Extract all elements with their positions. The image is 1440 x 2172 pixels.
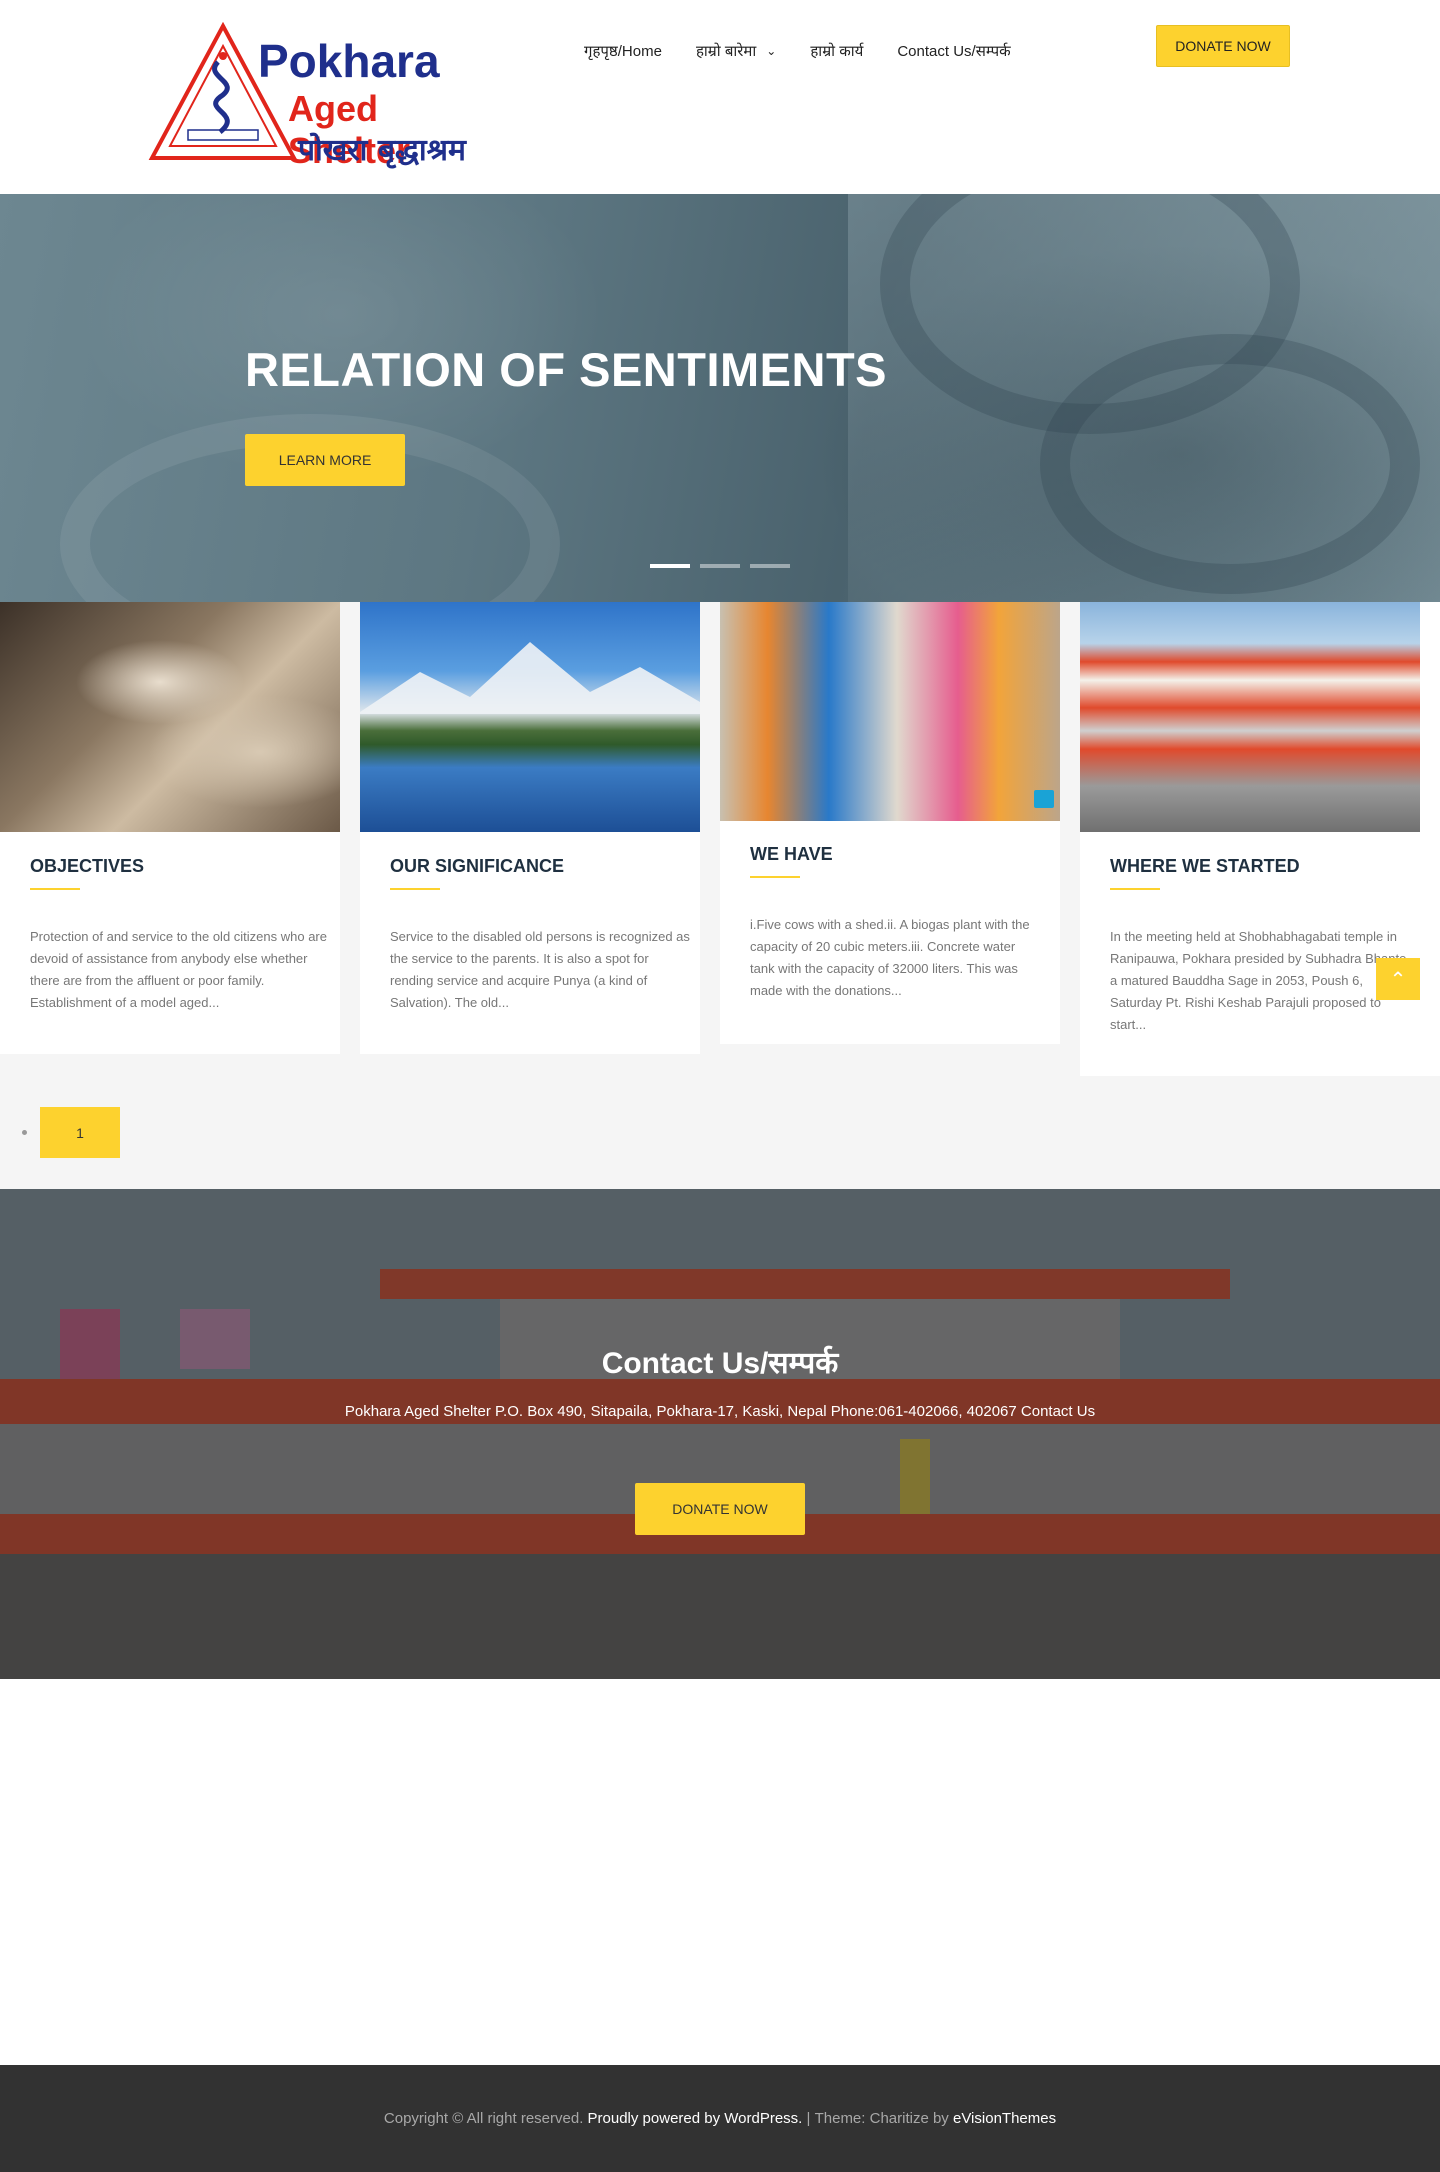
- card-image: [1080, 602, 1420, 832]
- contact-overlay: [0, 1189, 1440, 1679]
- nav-item-label: हाम्रो कार्य: [810, 43, 864, 60]
- contact-donate-button[interactable]: DONATE NOW: [635, 1483, 805, 1535]
- nav-item-label: गृहपृष्ठ/Home: [584, 43, 662, 60]
- contact-section: Contact Us/सम्पर्क Pokhara Aged Shelter …: [0, 1189, 1440, 1679]
- feature-card: OBJECTIVES Protection of and service to …: [0, 602, 340, 1054]
- card-title[interactable]: WHERE WE STARTED: [1110, 856, 1300, 877]
- pagination-page[interactable]: 1: [40, 1107, 120, 1158]
- footer-wordpress-link[interactable]: Proudly powered by WordPress.: [588, 2110, 803, 2127]
- nav-item-label: हाम्रो बारेमा: [695, 43, 757, 60]
- scroll-to-top-button[interactable]: ⌃: [1376, 958, 1420, 1000]
- title-underline: [390, 888, 440, 890]
- card-image: [360, 602, 700, 832]
- slider-dot[interactable]: [700, 564, 740, 568]
- site-footer: Copyright © All right reserved. Proudly …: [0, 2065, 1440, 2172]
- footer-credits: Copyright © All right reserved. Proudly …: [0, 2065, 1440, 2172]
- nav-item-home[interactable]: गृहपृष्ठ/Home: [584, 40, 662, 62]
- card-text: In the meeting held at Shobhabhagabati t…: [1110, 929, 1410, 1032]
- slider-dot[interactable]: [650, 564, 690, 568]
- hero-texture: [1040, 334, 1420, 594]
- nav-item-work[interactable]: हाम्रो कार्य: [810, 40, 863, 62]
- footer-separator: |: [802, 2110, 815, 2127]
- site-header: Pokhara Aged Shelter पोखरा बृद्धाश्रम गृ…: [0, 0, 1440, 194]
- card-image: [0, 602, 340, 832]
- card-image: [720, 602, 1060, 821]
- title-underline: [30, 888, 80, 890]
- slider-dots: [650, 564, 790, 568]
- main-nav: गृहपृष्ठ/Home हाम्रो बारेमा ⌄ हाम्रो कार्…: [584, 40, 1045, 62]
- title-underline: [1110, 888, 1160, 890]
- card-text: i.Five cows with a shed.ii. A biogas pla…: [750, 917, 1030, 998]
- hero-title: RELATION OF SENTIMENTS: [245, 343, 888, 396]
- feature-card: WE HAVE i.Five cows with a shed.ii. A bi…: [720, 602, 1060, 1044]
- slider-dot[interactable]: [750, 564, 790, 568]
- chevron-down-icon: ⌄: [766, 44, 777, 58]
- chevron-up-icon: ⌃: [1389, 968, 1407, 991]
- learn-more-button[interactable]: LEARN MORE: [245, 434, 405, 486]
- contact-address: Pokhara Aged Shelter P.O. Box 490, Sitap…: [344, 1403, 1096, 1420]
- nav-item-contact[interactable]: Contact Us/सम्पर्क: [897, 40, 1010, 62]
- accessibility-icon: [1034, 790, 1054, 808]
- logo-nepali: पोखरा बृद्धाश्रम: [298, 133, 466, 168]
- footer-copyright: Copyright © All right reserved.: [383, 2110, 584, 2127]
- donate-now-button[interactable]: DONATE NOW: [1156, 25, 1290, 67]
- footer-theme-author-link[interactable]: eVisionThemes: [953, 2110, 1056, 2127]
- logo-title: Pokhara: [258, 35, 440, 87]
- contact-title: Contact Us/सम्पर्क: [601, 1347, 839, 1380]
- feature-card: WHERE WE STARTED In the meeting held at …: [1080, 602, 1440, 1076]
- site-logo[interactable]: Pokhara Aged Shelter पोखरा बृद्धाश्रम: [148, 22, 510, 171]
- card-title[interactable]: OUR SIGNIFICANCE: [390, 856, 564, 877]
- mountain-icon: [360, 642, 700, 714]
- card-text: Protection of and service to the old cit…: [30, 929, 327, 1010]
- card-title[interactable]: OBJECTIVES: [30, 856, 144, 877]
- nav-item-label: Contact Us/सम्पर्क: [897, 43, 1011, 60]
- hero-slider: RELATION OF SENTIMENTS LEARN MORE: [0, 194, 1440, 602]
- feature-card: OUR SIGNIFICANCE Service to the disabled…: [360, 602, 700, 1054]
- card-title[interactable]: WE HAVE: [750, 844, 833, 865]
- card-text: Service to the disabled old persons is r…: [390, 929, 690, 1010]
- nav-item-about[interactable]: हाम्रो बारेमा ⌄: [696, 40, 776, 62]
- title-underline: [750, 876, 800, 878]
- pagination-bullet: [22, 1130, 27, 1135]
- footer-theme: Theme: Charitize by: [814, 2110, 949, 2127]
